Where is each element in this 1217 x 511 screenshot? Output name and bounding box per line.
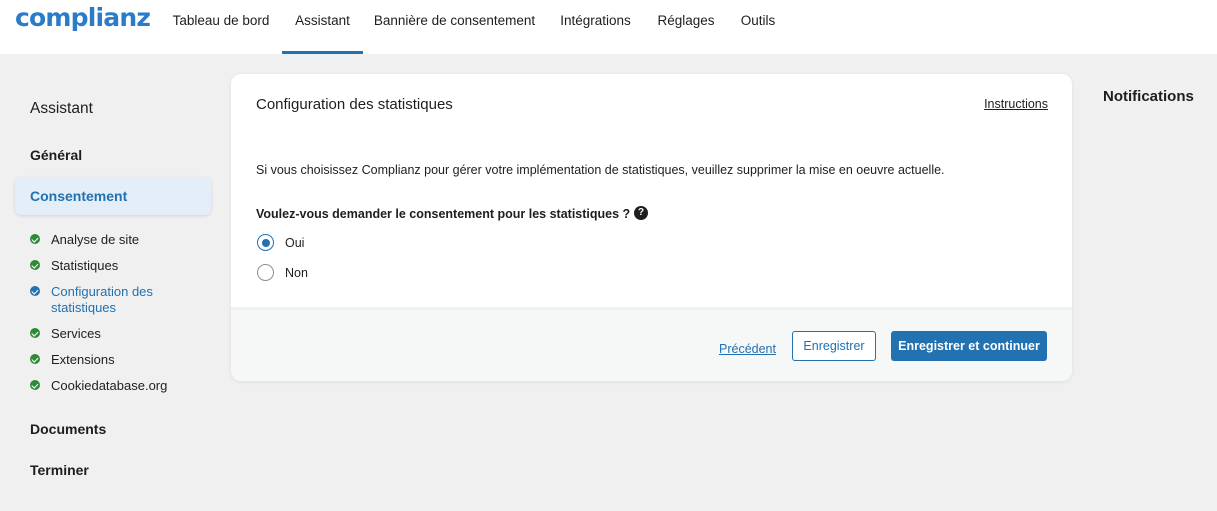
help-icon[interactable]: ? (634, 206, 648, 220)
save-button[interactable]: Enregistrer (792, 331, 876, 361)
check-icon (30, 354, 40, 364)
consent-question-label: Voulez-vous demander le consentement pou… (256, 207, 631, 221)
nav-tab-dashboard[interactable]: Tableau de bord (164, 0, 278, 54)
nav-tab-settings[interactable]: Réglages (650, 0, 722, 54)
sidebar-group-documents[interactable]: Documents (30, 421, 106, 437)
sidebar-group-consent[interactable]: Consentement (15, 177, 211, 215)
instructions-link[interactable]: Instructions (984, 97, 1048, 111)
save-and-continue-button[interactable]: Enregistrer et continuer (891, 331, 1047, 361)
radio-non-label[interactable]: Non (285, 266, 308, 280)
nav-tab-integrations[interactable]: Intégrations (550, 0, 641, 54)
sidebar-step-label: Extensions (51, 352, 115, 367)
check-icon (30, 328, 40, 338)
card-title: Configuration des statistiques (256, 96, 453, 113)
complianz-logo[interactable]: complianz (15, 3, 151, 32)
radio-non[interactable] (257, 264, 274, 281)
radio-oui-label[interactable]: Oui (285, 236, 304, 250)
radio-oui[interactable] (257, 234, 274, 251)
current-step-icon (30, 286, 40, 296)
top-header: complianz Tableau de bord Assistant Bann… (0, 0, 1217, 54)
sidebar-group-finish[interactable]: Terminer (30, 462, 89, 478)
settings-card: Configuration des statistiques Instructi… (231, 74, 1072, 381)
card-footer: Précédent Enregistrer Enregistrer et con… (231, 307, 1072, 381)
check-icon (30, 380, 40, 390)
card-description: Si vous choisissez Complianz pour gérer … (256, 163, 945, 177)
check-icon (30, 260, 40, 270)
sidebar-step-label: Cookiedatabase.org (51, 378, 168, 393)
sidebar-step-label: Configuration des statistiques (51, 284, 153, 315)
nav-tab-assistant[interactable]: Assistant (282, 0, 363, 54)
sidebar-step-label: Services (51, 326, 101, 341)
previous-link[interactable]: Précédent (719, 342, 776, 356)
sidebar-step-label: Analyse de site (51, 232, 140, 247)
check-icon (30, 234, 40, 244)
sidebar-heading: Assistant (30, 100, 93, 117)
notifications-heading: Notifications (1103, 88, 1194, 105)
sidebar-group-general[interactable]: Général (30, 147, 82, 163)
nav-tab-consent-banner[interactable]: Bannière de consentement (368, 0, 541, 54)
nav-tab-tools[interactable]: Outils (732, 0, 784, 54)
sidebar-step-label: Statistiques (51, 258, 119, 273)
